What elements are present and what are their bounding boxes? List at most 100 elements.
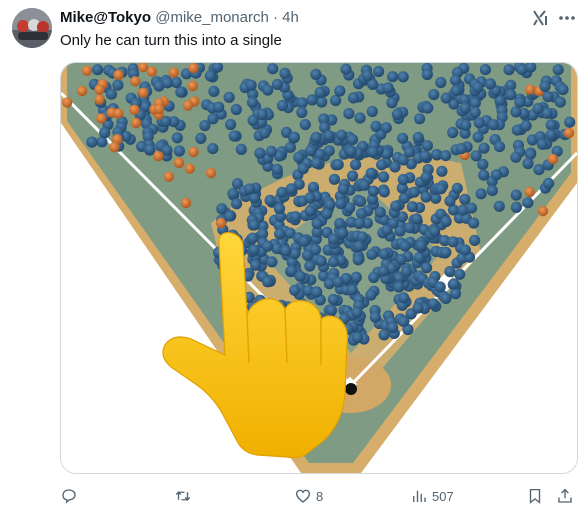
- hit-dot-blue: [310, 131, 322, 143]
- bookmark-button[interactable]: [526, 484, 544, 508]
- hit-dot-blue: [353, 217, 366, 229]
- hit-dot-orange: [182, 100, 194, 111]
- hit-dot-orange: [205, 167, 217, 179]
- hit-dot-blue: [289, 284, 301, 296]
- hit-dot-blue: [246, 96, 259, 108]
- hit-dot-blue: [382, 82, 394, 94]
- hit-dot-blue: [361, 69, 373, 82]
- hit-dot-blue: [447, 126, 459, 139]
- hit-dot-blue: [304, 260, 316, 272]
- hit-dot-orange: [81, 65, 93, 76]
- hit-dot-blue: [377, 265, 389, 277]
- share-button[interactable]: [556, 484, 574, 508]
- hit-dot-blue: [296, 106, 308, 118]
- hit-dot-blue: [227, 188, 239, 200]
- hit-dot-orange: [173, 157, 185, 169]
- hit-dot-blue: [415, 239, 427, 252]
- hit-dot-blue: [244, 183, 256, 195]
- hit-dot-blue: [460, 119, 472, 131]
- hit-dot-blue: [397, 71, 409, 83]
- views-button[interactable]: 507: [410, 484, 454, 508]
- home-plate-marker: [345, 383, 357, 395]
- hit-dot-blue: [514, 96, 526, 108]
- hit-dot-blue: [294, 270, 306, 282]
- hit-dot-blue: [299, 119, 311, 131]
- hit-dot-orange: [215, 217, 227, 229]
- hit-dot-blue: [311, 286, 323, 298]
- hit-dot-orange: [113, 69, 124, 81]
- hit-dot-blue: [280, 245, 292, 257]
- like-count: 8: [316, 488, 324, 504]
- hit-dot-blue: [175, 86, 187, 98]
- hit-dot-blue: [440, 150, 452, 162]
- hit-dot-blue: [336, 227, 348, 239]
- hit-dot-blue: [387, 321, 399, 334]
- hit-dot-blue: [310, 68, 322, 80]
- hit-dot-blue: [389, 161, 401, 173]
- hit-dot-blue: [350, 271, 362, 283]
- hit-dot-blue: [381, 224, 393, 236]
- hit-dot-blue: [465, 202, 478, 214]
- hit-dot-blue: [290, 211, 302, 223]
- author-name[interactable]: Mike@Tokyo: [60, 9, 151, 26]
- hit-dot-blue: [422, 102, 434, 114]
- timestamp[interactable]: 4h: [282, 9, 299, 26]
- hit-dot-blue: [477, 158, 489, 170]
- hit-dot-blue: [267, 63, 279, 75]
- hit-dot-blue: [490, 169, 503, 181]
- hit-dot-blue: [398, 315, 410, 327]
- hit-dot-blue: [352, 254, 364, 266]
- hit-dot-blue: [264, 194, 276, 206]
- hit-dot-blue: [522, 197, 534, 209]
- more-icon[interactable]: [556, 8, 578, 28]
- hit-dot-blue: [421, 140, 433, 152]
- hit-dot-blue: [378, 329, 390, 341]
- hit-dot-blue: [304, 192, 316, 204]
- like-button[interactable]: 8: [294, 484, 323, 508]
- hit-dot-blue: [378, 171, 390, 183]
- avatar[interactable]: [12, 8, 52, 48]
- hit-dot-orange: [524, 186, 535, 198]
- hit-dot-blue: [328, 173, 340, 185]
- hit-dot-blue: [459, 244, 471, 256]
- hit-dot-blue: [455, 143, 468, 155]
- hit-dot-blue: [451, 182, 463, 194]
- hit-dot-blue: [479, 64, 491, 76]
- hit-dot-blue: [449, 288, 462, 300]
- retweet-icon: [175, 491, 191, 501]
- hit-dot-blue: [398, 192, 410, 204]
- hit-dot-blue: [305, 145, 317, 157]
- baseball-field-heatmap: [61, 63, 577, 473]
- hit-dot-orange: [188, 63, 199, 74]
- reply-button[interactable]: [60, 484, 82, 508]
- hit-dot-blue: [328, 256, 340, 268]
- retweet-button[interactable]: [174, 484, 196, 508]
- hit-dot-blue: [408, 186, 420, 198]
- hit-dot-blue: [447, 236, 459, 248]
- author-handle[interactable]: @mike_monarch: [155, 9, 269, 26]
- hit-dot-orange: [547, 153, 559, 165]
- hit-dot-blue: [144, 143, 156, 155]
- hit-dot-orange: [62, 97, 73, 108]
- hit-dot-orange: [525, 84, 536, 95]
- hit-dot-blue: [230, 103, 242, 116]
- hit-dot-blue: [533, 164, 545, 176]
- hit-dot-blue: [298, 235, 310, 247]
- action-bar: 8 507: [60, 484, 580, 508]
- hit-dot-blue: [271, 163, 283, 175]
- grok-icon[interactable]: [530, 8, 550, 28]
- hit-dot-orange: [94, 94, 105, 105]
- tweet-image[interactable]: [60, 62, 578, 474]
- hit-dot-blue: [334, 217, 346, 230]
- hit-dot-blue: [487, 119, 499, 131]
- hit-dot-blue: [419, 150, 431, 162]
- hit-dot-blue: [321, 208, 333, 220]
- hit-dot-blue: [332, 276, 344, 288]
- hit-dot-blue: [173, 145, 185, 157]
- hit-dot-blue: [248, 244, 260, 256]
- hit-dot-blue: [436, 165, 448, 177]
- hit-dot-blue: [228, 130, 240, 142]
- hit-dot-blue: [161, 77, 174, 89]
- hit-dot-blue: [353, 240, 365, 252]
- hit-dot-blue: [374, 206, 386, 218]
